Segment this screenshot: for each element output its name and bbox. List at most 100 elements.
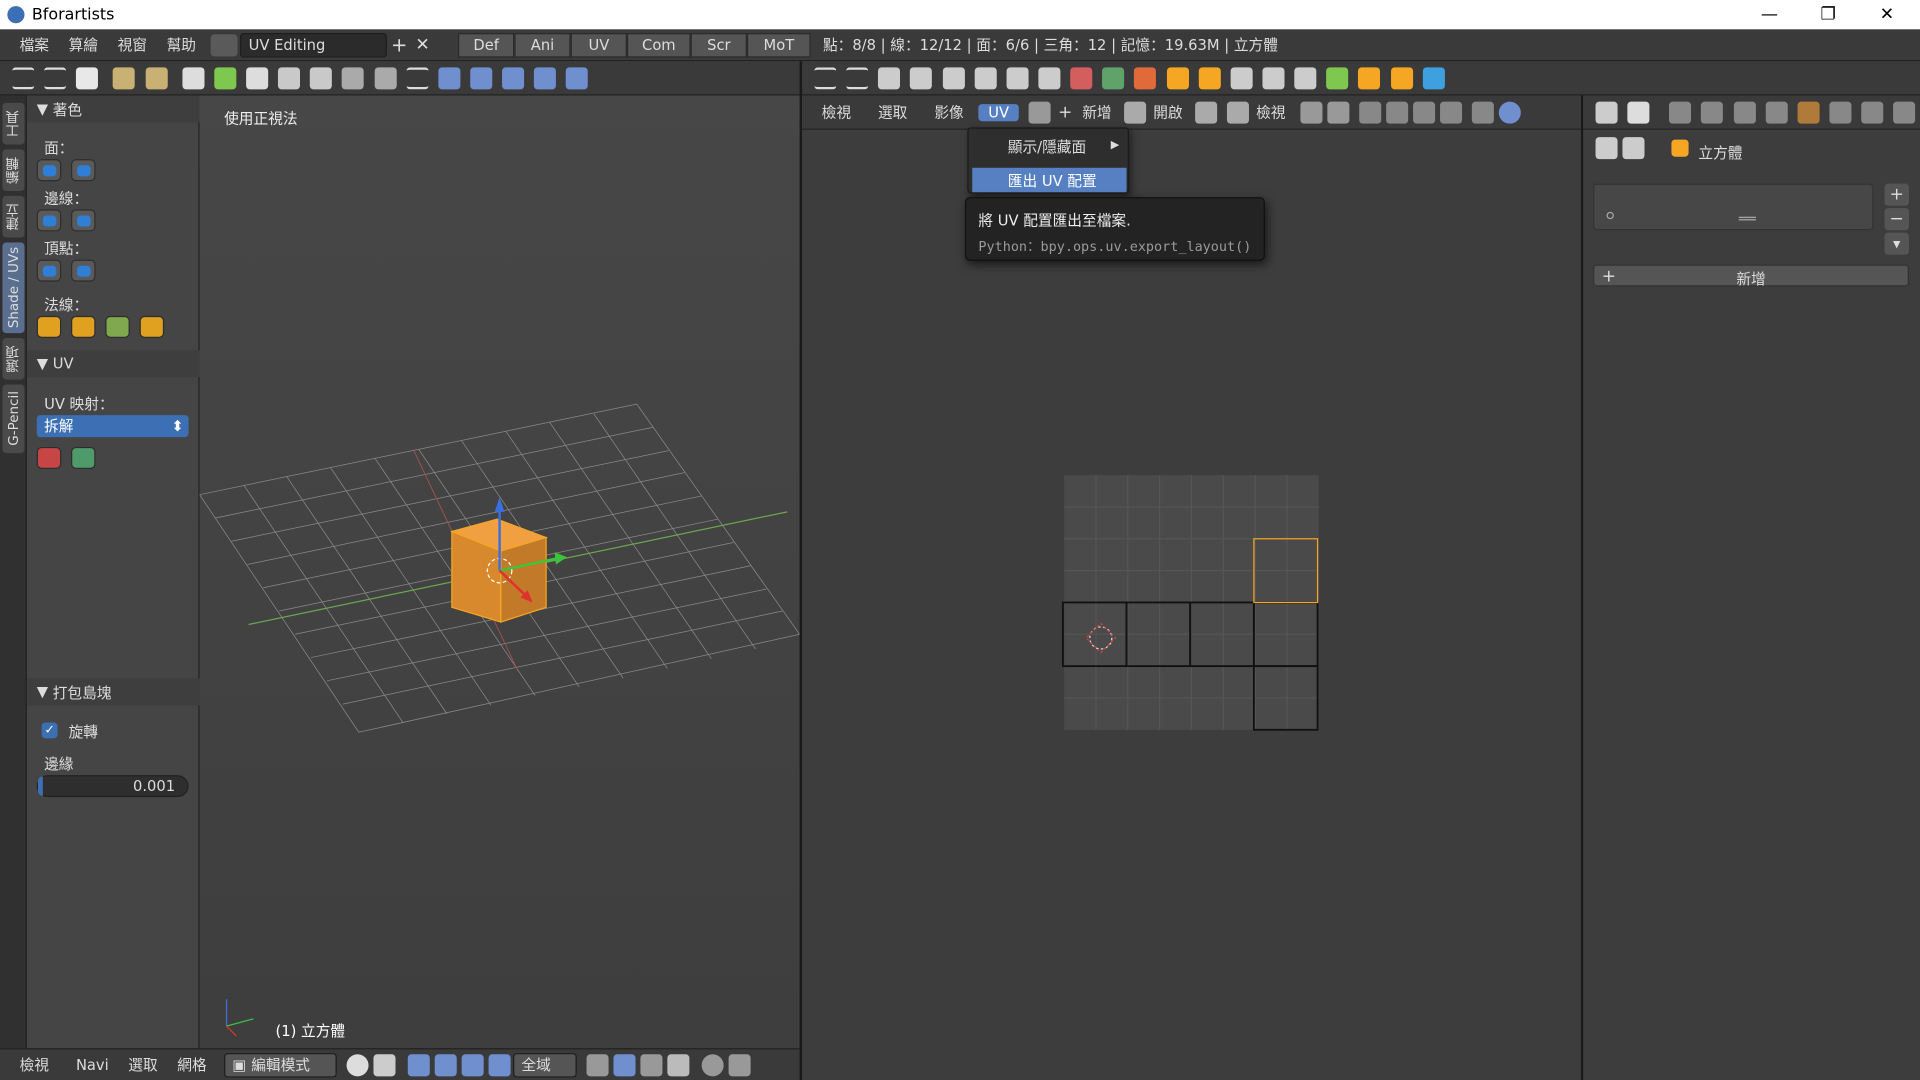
average-scale-icon[interactable]	[1198, 67, 1221, 90]
vertex-smooth-button[interactable]	[36, 259, 62, 282]
tab-tools[interactable]: 工具	[2, 102, 25, 145]
screen-layout-icon[interactable]	[210, 33, 238, 56]
layers-tab-icon[interactable]	[1701, 101, 1724, 124]
edge-sharp-button[interactable]	[71, 209, 96, 232]
sync-select-icon[interactable]	[1327, 101, 1350, 124]
vertex-select-icon[interactable]	[1358, 101, 1382, 124]
proportional-edit-icon[interactable]	[1498, 101, 1521, 124]
uv-panel-header[interactable]: ▼ UV	[26, 350, 200, 378]
menu-select[interactable]: 選取	[119, 1054, 168, 1075]
unpin-icon[interactable]	[1262, 67, 1285, 90]
scale-icon[interactable]	[488, 1053, 511, 1076]
redo-icon[interactable]	[470, 67, 493, 90]
edge-select-icon[interactable]	[1385, 101, 1408, 124]
snap-icon[interactable]	[534, 67, 557, 90]
context-icon[interactable]	[1622, 137, 1645, 160]
resize-grip-icon[interactable]	[1738, 216, 1756, 221]
uv-view-dropdown[interactable]: 檢視	[1251, 102, 1290, 123]
uv-menu-uv[interactable]: UV	[978, 103, 1019, 121]
menu-icon[interactable]	[814, 67, 837, 90]
modifiers-tab-icon[interactable]	[1861, 101, 1884, 124]
add-layout-icon[interactable]: +	[387, 33, 411, 56]
image-browse-icon[interactable]	[1028, 101, 1051, 124]
unwrap-dropdown[interactable]: 拆解 ⬍	[36, 415, 189, 438]
open-folder-icon[interactable]	[113, 67, 136, 90]
tab-options[interactable]: 選項	[2, 337, 25, 380]
tab-mot[interactable]: MoT	[747, 32, 811, 57]
tab-shade-uvs[interactable]: Shade / UVs	[2, 242, 25, 334]
vertex-sharp-button[interactable]	[71, 259, 96, 282]
cube-project-icon[interactable]	[1134, 67, 1157, 90]
straighten-icon[interactable]	[1038, 67, 1061, 90]
proportional-edit-icon[interactable]	[701, 1053, 724, 1076]
flip-normals-button[interactable]	[71, 315, 96, 338]
pack-islands-panel-header[interactable]: ▼ 打包島塊	[26, 678, 200, 706]
render-tab-icon[interactable]	[1669, 101, 1692, 124]
tab-ani[interactable]: Ani	[514, 32, 571, 57]
menu-view[interactable]: 檢視	[10, 1054, 59, 1075]
rotate-checkbox[interactable]: ✓	[41, 722, 58, 739]
smart-project-icon[interactable]	[1102, 67, 1125, 90]
menu-icon[interactable]	[12, 67, 35, 90]
open-folder-icon[interactable]	[1123, 101, 1146, 124]
editor-type-icon[interactable]	[1595, 101, 1618, 124]
uv-editor-canvas[interactable]	[802, 129, 1581, 1080]
uv-open-button[interactable]: 開啟	[1148, 102, 1187, 123]
browse-icon[interactable]	[1627, 101, 1650, 124]
tab-uv[interactable]: UV	[570, 32, 628, 57]
tab-create[interactable]: 建立	[2, 195, 25, 238]
menu-icon[interactable]	[846, 67, 869, 90]
seams-from-islands-icon[interactable]	[1326, 67, 1349, 90]
data-tab-icon[interactable]	[1893, 101, 1916, 124]
tab-gpencil[interactable]: G-Pencil	[2, 384, 25, 454]
menu-help[interactable]: 幫助	[157, 34, 206, 55]
weld-icon[interactable]	[1006, 67, 1029, 90]
scene-tab-icon[interactable]	[1733, 101, 1756, 124]
pin-icon[interactable]	[1194, 101, 1217, 124]
recalc-normals-button[interactable]	[36, 315, 62, 338]
unwrap-icon[interactable]	[1070, 67, 1093, 90]
normals-tool-button[interactable]	[105, 315, 130, 338]
tab-com[interactable]: Com	[627, 32, 691, 57]
remove-slot-button[interactable]: −	[1884, 208, 1909, 231]
uv-smart-project-button[interactable]	[71, 446, 96, 469]
append-icon[interactable]	[310, 67, 333, 90]
manipulator-icon[interactable]	[407, 1053, 430, 1076]
slot-specials-button[interactable]: ▾	[1884, 232, 1909, 255]
uv-new-button[interactable]: 新增	[1077, 102, 1116, 123]
3d-viewport[interactable]: 使用正視法 (1) 立方體	[199, 95, 800, 1049]
constraints-tab-icon[interactable]	[1829, 101, 1852, 124]
minimize-button[interactable]: —	[1741, 0, 1797, 29]
render-icon[interactable]	[342, 67, 365, 90]
menu-file[interactable]: 檔案	[10, 34, 59, 55]
menu-mesh[interactable]: 網格	[168, 1054, 217, 1075]
margin-slider[interactable]: 0.001	[36, 775, 189, 798]
open-recent-icon[interactable]	[145, 67, 168, 90]
new-material-button[interactable]: + 新增	[1593, 264, 1909, 288]
orientation-dropdown[interactable]: 全域	[512, 1052, 577, 1077]
shading-panel-header[interactable]: ▼ 著色	[26, 95, 200, 123]
screen-layout-field[interactable]: UV Editing	[240, 32, 388, 57]
link-icon[interactable]	[278, 67, 301, 90]
face-select-icon[interactable]	[640, 1053, 663, 1076]
view-mode-icon[interactable]	[1226, 101, 1249, 124]
uv-menu-image[interactable]: 影像	[925, 102, 974, 123]
normals-set-button[interactable]	[139, 315, 165, 338]
mark-seam-icon[interactable]	[1294, 67, 1317, 90]
occlude-icon[interactable]	[667, 1053, 690, 1076]
island-select-icon[interactable]	[1439, 101, 1462, 124]
tab-edit[interactable]: 編輯	[2, 149, 25, 192]
mode-dropdown[interactable]: ▣ 編輯模式	[223, 1052, 337, 1077]
align-icon[interactable]	[878, 67, 901, 90]
history-icon[interactable]	[502, 67, 525, 90]
tab-scr[interactable]: Scr	[690, 32, 748, 57]
tab-def[interactable]: Def	[458, 32, 515, 57]
minimize-stretch-icon[interactable]	[1358, 67, 1381, 90]
uv-unwrap-button[interactable]	[36, 446, 62, 469]
rotate-icon[interactable]	[461, 1053, 484, 1076]
close-button[interactable]: ✕	[1859, 0, 1915, 29]
sticky-select-icon[interactable]	[1471, 101, 1494, 124]
menu-navi[interactable]: Navi	[66, 1056, 118, 1073]
material-slot-list[interactable]	[1593, 183, 1874, 231]
pack-islands-icon[interactable]	[1166, 67, 1189, 90]
